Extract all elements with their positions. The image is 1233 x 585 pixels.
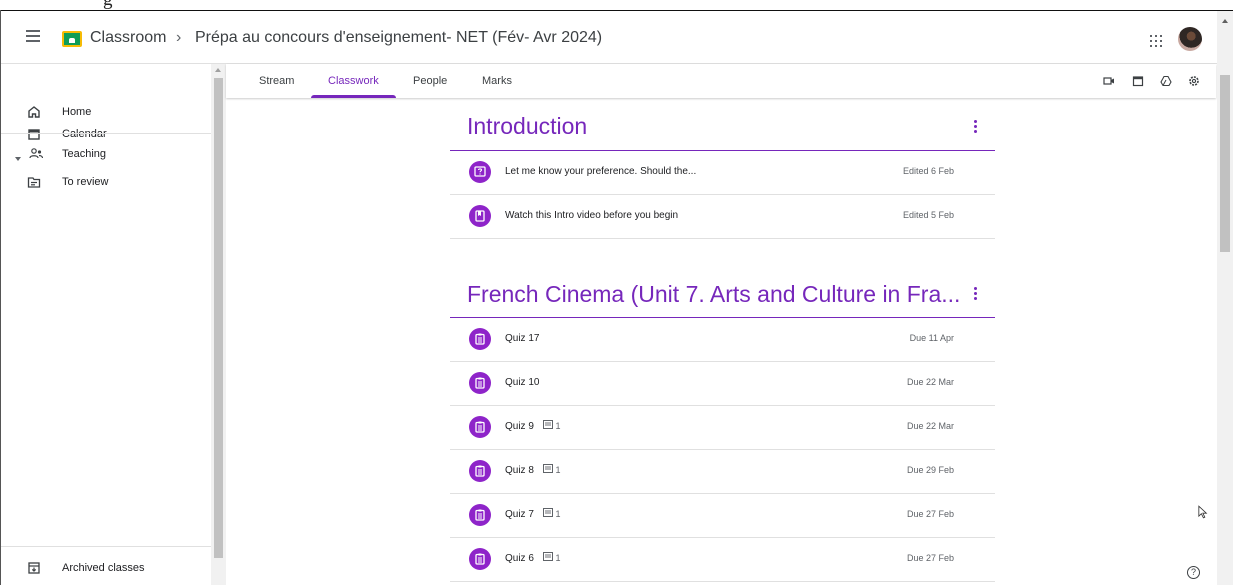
classwork-content: Introduction Let me know your preference…	[226, 98, 1216, 585]
item-title: Let me know your preference. Should the.…	[505, 166, 697, 177]
assignment-icon	[469, 372, 491, 394]
question-icon	[469, 161, 491, 183]
tab-stream[interactable]: Stream	[259, 75, 294, 87]
main-scrollbar[interactable]	[1217, 11, 1233, 585]
item-date: Due 27 Feb	[906, 553, 954, 563]
help-icon[interactable]: ?	[1187, 566, 1200, 579]
tab-people[interactable]: People	[413, 75, 447, 87]
sidebar-divider	[1, 133, 211, 134]
comment-count: 1	[543, 552, 561, 563]
comment-count: 1	[543, 508, 561, 519]
classwork-item[interactable]: Quiz 9 1 Due 22 Mar	[450, 406, 995, 450]
comment-count: 1	[543, 420, 561, 431]
sidebar-item-home[interactable]: Home	[1, 98, 211, 126]
item-date: Due 22 Mar	[906, 421, 954, 431]
google-apps-icon[interactable]	[1150, 35, 1162, 47]
item-date: Due 27 Feb	[906, 509, 954, 519]
classwork-item[interactable]: Quiz 6 1 Due 27 Feb	[450, 538, 995, 582]
assignment-icon	[469, 460, 491, 482]
people-icon	[29, 148, 43, 159]
comment-icon	[543, 464, 553, 473]
item-date: Due 29 Feb	[906, 465, 954, 475]
classwork-item[interactable]: Quiz 10 Due 22 Mar	[450, 362, 995, 406]
sidebar-item-label: Teaching	[62, 148, 107, 160]
sidebar-divider	[1, 546, 211, 547]
item-date: Edited 5 Feb	[902, 210, 954, 220]
classwork-item[interactable]: Watch this Intro video before you begin …	[450, 195, 995, 239]
class-title[interactable]: Prépa au concours d'enseignement- NET (F…	[195, 29, 602, 47]
classwork-item[interactable]: Let me know your preference. Should the.…	[450, 151, 995, 195]
comment-icon	[543, 552, 553, 561]
clipped-document-text: g	[0, 0, 1233, 10]
top-app-bar: Classroom › Prépa au concours d'enseigne…	[1, 11, 1217, 64]
item-title: Quiz 8	[505, 465, 534, 476]
comment-count: 1	[543, 464, 561, 475]
sidebar-item-archived-classes[interactable]: Archived classes	[1, 554, 211, 582]
sidebar-item-label: Home	[62, 106, 92, 118]
app-window: g Classroom › Prépa au concours d'enseig…	[0, 0, 1233, 585]
topic-title[interactable]: French Cinema (Unit 7. Arts and Culture …	[467, 281, 960, 308]
account-avatar[interactable]	[1178, 27, 1202, 51]
drive-icon[interactable]	[1160, 75, 1172, 87]
assignment-icon	[469, 548, 491, 570]
topic-title[interactable]: Introduction	[467, 113, 587, 140]
item-title: Watch this Intro video before you begin	[505, 210, 679, 221]
settings-icon[interactable]	[1188, 75, 1200, 87]
comment-icon	[543, 508, 553, 517]
sidebar: Home Calendar Teaching To review Archive…	[1, 64, 211, 585]
main-menu-icon[interactable]	[26, 30, 40, 42]
sidebar-item-label: Archived classes	[62, 562, 145, 574]
breadcrumb-separator: ›	[176, 29, 182, 46]
assignment-icon	[469, 328, 491, 350]
classwork-item[interactable]: Quiz 8 1 Due 29 Feb	[450, 450, 995, 494]
sidebar-item-to-review[interactable]: To review	[1, 168, 211, 196]
more-options-icon[interactable]	[970, 286, 980, 302]
material-icon	[469, 205, 491, 227]
more-options-icon[interactable]	[970, 119, 980, 135]
sidebar-scrollbar[interactable]	[211, 64, 226, 585]
classroom-logo-icon[interactable]	[62, 31, 82, 47]
sidebar-item-teaching[interactable]: Teaching	[1, 140, 211, 168]
clipped-text: g	[103, 0, 113, 10]
item-date: Edited 6 Feb	[902, 166, 954, 176]
item-title: Quiz 9	[505, 421, 534, 432]
item-title: Quiz 6	[505, 553, 534, 564]
calendar-icon[interactable]	[1132, 75, 1144, 87]
comment-count-value: 1	[555, 465, 561, 475]
mouse-pointer-icon	[1198, 505, 1208, 519]
item-title: Quiz 10	[505, 377, 540, 388]
app-name-link[interactable]: Classroom	[90, 29, 166, 47]
assignment-icon	[469, 504, 491, 526]
tab-marks[interactable]: Marks	[482, 75, 512, 87]
assignment-icon	[469, 416, 491, 438]
comment-count-value: 1	[555, 421, 561, 431]
tab-classwork[interactable]: Classwork	[328, 75, 379, 87]
item-title: Quiz 7	[505, 509, 534, 520]
calendar-icon	[28, 129, 40, 140]
classwork-item[interactable]: Quiz 17 Due 11 Apr	[450, 318, 995, 362]
class-tab-bar: Stream Classwork People Marks	[226, 64, 1216, 98]
review-icon	[27, 177, 41, 188]
archive-icon	[28, 562, 40, 574]
comment-icon	[543, 420, 553, 429]
item-title: Quiz 17	[505, 333, 540, 344]
video-icon[interactable]	[1103, 75, 1115, 87]
sidebar-item-label: Calendar	[62, 128, 107, 140]
item-date: Due 22 Mar	[906, 377, 954, 387]
home-icon	[28, 106, 40, 118]
classwork-item[interactable]: Quiz 7 1 Due 27 Feb	[450, 494, 995, 538]
comment-count-value: 1	[555, 553, 561, 563]
comment-count-value: 1	[555, 509, 561, 519]
item-date: Due 11 Apr	[909, 333, 954, 343]
sidebar-item-label: To review	[62, 176, 109, 188]
